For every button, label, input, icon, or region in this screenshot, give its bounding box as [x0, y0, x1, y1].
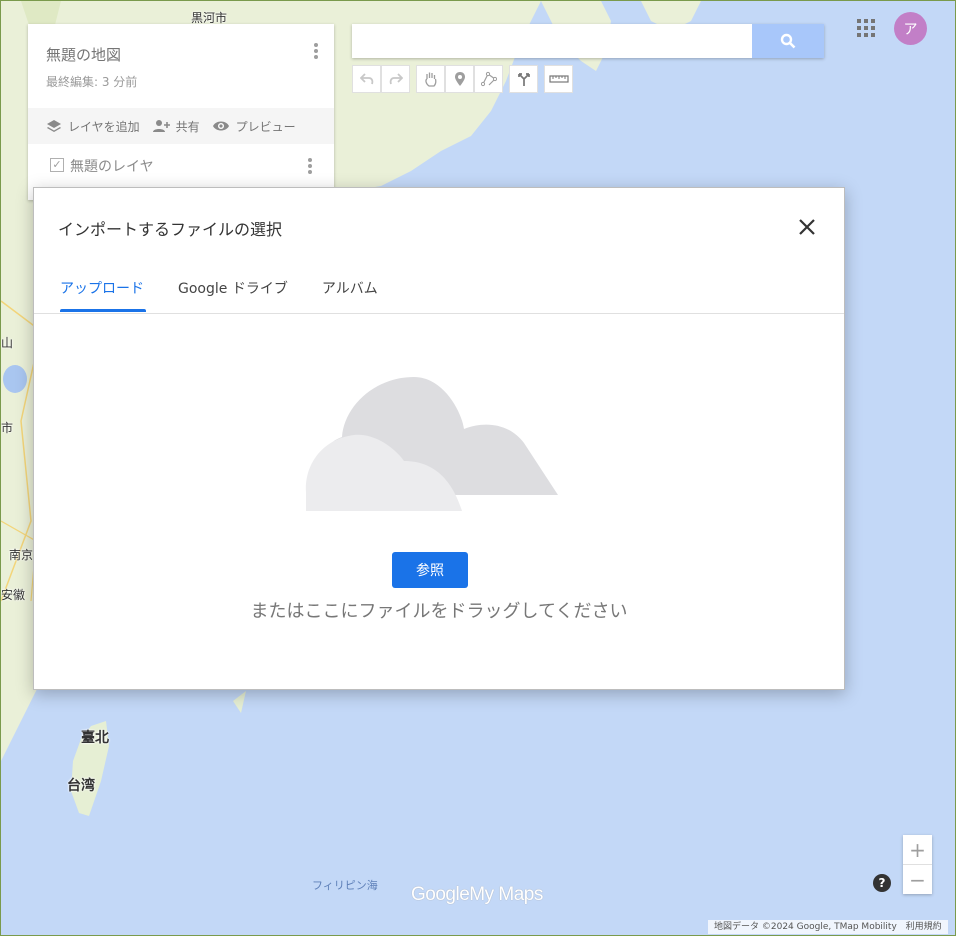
dialog-tabs: アップロード Google ドライブ アルバム — [58, 278, 410, 312]
zoom-in-button[interactable]: + — [903, 835, 932, 865]
terms-link[interactable]: 利用規約 — [906, 922, 942, 932]
hand-icon — [424, 72, 436, 87]
share-label: 共有 — [175, 119, 200, 134]
add-layer-label: レイヤを追加 — [68, 119, 140, 134]
search-box — [352, 24, 824, 58]
draw-line-button[interactable] — [474, 65, 503, 93]
layer-name[interactable]: 無題のレイヤ — [70, 156, 154, 176]
tab-album[interactable]: アルバム — [320, 278, 380, 312]
upload-cloud-icon — [305, 377, 558, 511]
tab-divider — [34, 313, 844, 314]
measure-button[interactable] — [544, 65, 573, 93]
dialog-title: インポートするファイルの選択 — [58, 220, 283, 239]
app-window: 黒河市 山 市 南京 安徽 臺北 台湾 フィリピン海 無題の地図 最終編集: 3… — [0, 0, 956, 936]
apps-launcher[interactable] — [857, 19, 875, 41]
drag-drop-hint: またはここにファイルをドラッグしてください — [250, 601, 628, 622]
zoom-out-button[interactable]: − — [903, 865, 932, 894]
attribution-text: 地図データ ©2024 Google, TMap Mobility — [714, 922, 897, 932]
logo-mymaps: My Maps — [469, 884, 543, 905]
redo-button[interactable] — [381, 65, 410, 93]
map-title[interactable]: 無題の地図 — [46, 44, 121, 65]
search-button[interactable] — [752, 24, 824, 58]
map-label-city: 市 — [1, 421, 14, 435]
undo-icon — [359, 73, 373, 85]
tab-google-drive[interactable]: Google ドライブ — [176, 278, 290, 312]
map-label-taiwan: 台湾 — [67, 778, 95, 794]
zoom-controls: + − — [903, 835, 932, 894]
map-label-anhui: 安徽 — [1, 588, 26, 602]
undo-button[interactable] — [352, 65, 381, 93]
map-options-icon[interactable] — [314, 43, 318, 61]
logo-google: Google — [411, 884, 470, 905]
preview-label: プレビュー — [235, 119, 296, 134]
share-button[interactable]: 共有 — [152, 118, 200, 135]
add-marker-button[interactable] — [445, 65, 474, 93]
last-edited: 最終編集: 3 分前 — [46, 75, 138, 89]
import-dialog: インポートするファイルの選択 アップロード Google ドライブ アルバム 参… — [33, 187, 845, 690]
help-button[interactable]: ? — [873, 874, 891, 892]
layers-icon — [47, 120, 61, 132]
map-label-philippine-sea: フィリピン海 — [312, 879, 378, 892]
directions-icon — [517, 73, 530, 86]
map-label-toyama: 山 — [1, 336, 14, 350]
polyline-icon — [480, 71, 497, 87]
map-label-taipei: 臺北 — [81, 730, 109, 746]
map-attribution: 地図データ ©2024 Google, TMap Mobility 利用規約 — [708, 920, 948, 934]
select-tool-button[interactable] — [416, 65, 445, 93]
ruler-icon — [548, 75, 569, 83]
eye-icon — [212, 121, 229, 131]
map-panel: 無題の地図 最終編集: 3 分前 レイヤを追加 共有 プレビュー ✓ 無題のレイ… — [28, 24, 334, 200]
redo-icon — [389, 73, 403, 85]
search-icon — [780, 33, 796, 49]
map-header: 無題の地図 最終編集: 3 分前 — [28, 24, 334, 108]
close-icon[interactable] — [798, 218, 816, 236]
search-input[interactable] — [352, 24, 758, 58]
account-avatar[interactable]: ア — [894, 12, 927, 45]
browse-button[interactable]: 参照 — [392, 552, 468, 588]
add-person-icon — [152, 120, 170, 132]
preview-button[interactable]: プレビュー — [212, 118, 296, 135]
tab-upload[interactable]: アップロード — [58, 278, 146, 312]
layer-visibility-checkbox[interactable]: ✓ — [50, 158, 64, 172]
apps-grid-icon — [857, 19, 875, 37]
marker-icon — [454, 72, 465, 86]
google-my-maps-logo: GoogleMy Maps — [411, 884, 543, 906]
layer-options-icon[interactable] — [308, 158, 312, 176]
directions-button[interactable] — [509, 65, 538, 93]
map-toolbar — [352, 65, 573, 93]
panel-actions: レイヤを追加 共有 プレビュー — [28, 108, 334, 144]
add-layer-button[interactable]: レイヤを追加 — [46, 118, 140, 135]
map-label-nanjing: 南京 — [9, 548, 34, 562]
